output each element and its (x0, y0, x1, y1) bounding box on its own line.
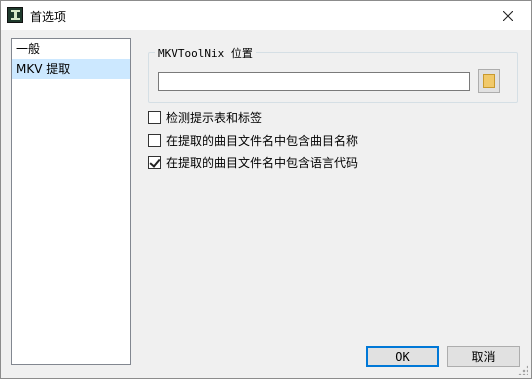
ok-label: OK (395, 349, 410, 364)
close-button[interactable] (485, 1, 531, 30)
sidebar-item-general[interactable]: 一般 (12, 39, 130, 59)
title-bar[interactable]: 首选项 (1, 1, 531, 30)
ok-button[interactable]: OK (366, 346, 439, 367)
checkbox[interactable] (148, 133, 161, 147)
app-icon (7, 7, 23, 23)
category-list[interactable]: 一般 MKV 提取 (11, 38, 131, 365)
checkbox[interactable] (148, 110, 161, 124)
close-icon (503, 10, 513, 21)
group-label: MKVToolNix 位置 (155, 45, 256, 61)
cancel-button[interactable]: 取消 (447, 346, 520, 367)
preferences-dialog: 首选项 一般 MKV 提取 MKVToolNix 位置 检测提示表和标签 在提取… (0, 0, 532, 379)
option-detect-cues-tags[interactable]: 检测提示表和标签 (148, 109, 262, 125)
window-title: 首选项 (30, 10, 67, 24)
sidebar-item-label: MKV 提取 (16, 62, 71, 76)
option-include-track-name[interactable]: 在提取的曲目文件名中包含曲目名称 (148, 132, 358, 148)
option-label: 在提取的曲目文件名中包含曲目名称 (166, 133, 359, 148)
sidebar-item-mkv-extract[interactable]: MKV 提取 (12, 59, 130, 79)
cancel-label: 取消 (471, 350, 496, 364)
option-label: 检测提示表和标签 (166, 110, 263, 125)
option-label: 在提取的曲目文件名中包含语言代码 (166, 155, 359, 170)
folder-icon (483, 74, 495, 88)
sidebar-item-label: 一般 (16, 42, 41, 56)
browse-folder-button[interactable] (478, 69, 500, 93)
option-include-language-code[interactable]: 在提取的曲目文件名中包含语言代码 (148, 154, 358, 170)
checkbox[interactable] (148, 155, 161, 169)
mkvtoolnix-path-input[interactable] (158, 72, 470, 91)
